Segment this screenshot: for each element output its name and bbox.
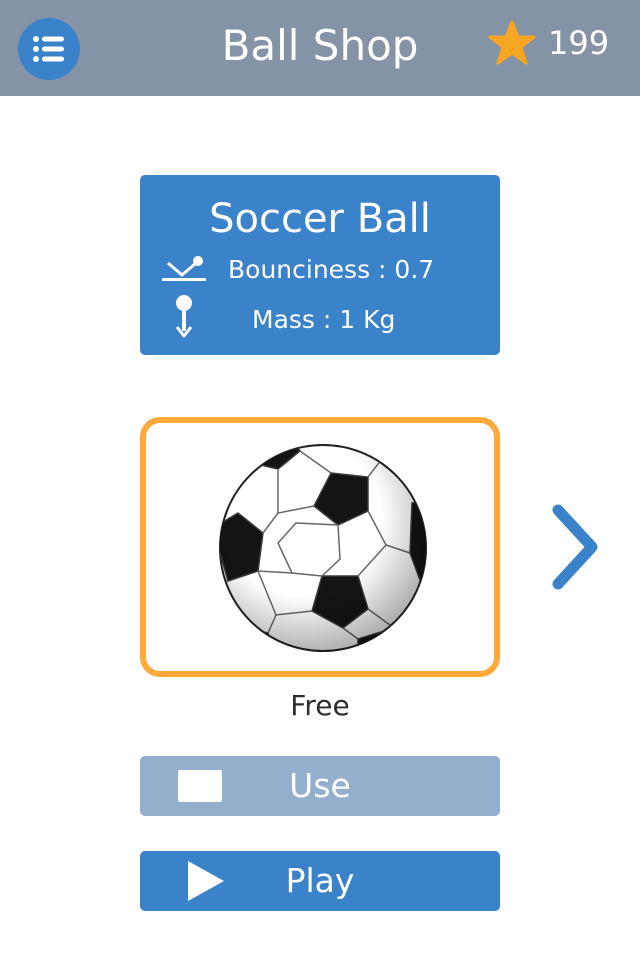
ball-name: Soccer Ball (209, 196, 431, 242)
chevron-right-icon[interactable] (548, 502, 604, 592)
mass-stat: Mass : 1 Kg (252, 305, 396, 334)
ball-info-card: Soccer Ball Bounciness : 0.7 Mass : 1 Kg (140, 175, 500, 355)
play-button-label: Play (285, 861, 355, 900)
use-button[interactable]: Use (140, 756, 500, 816)
coin-count: 199 (548, 24, 610, 62)
soccer-ball-image (219, 444, 427, 652)
page-title: Ball Shop (221, 21, 419, 70)
bounciness-stat: Bounciness : 0.7 (228, 255, 435, 284)
weight-icon (175, 295, 193, 338)
menu-button[interactable] (18, 18, 80, 80)
price-label: Free (290, 689, 350, 722)
play-icon (188, 861, 224, 901)
star-icon (488, 20, 536, 65)
list-icon (33, 36, 64, 62)
ball-preview-frame[interactable] (140, 417, 500, 677)
use-button-label: Use (289, 766, 351, 805)
play-button[interactable]: Play (140, 851, 500, 911)
top-bar: Ball Shop 199 (0, 0, 640, 96)
checkbox-icon (178, 770, 222, 802)
bounce-icon (162, 256, 206, 281)
